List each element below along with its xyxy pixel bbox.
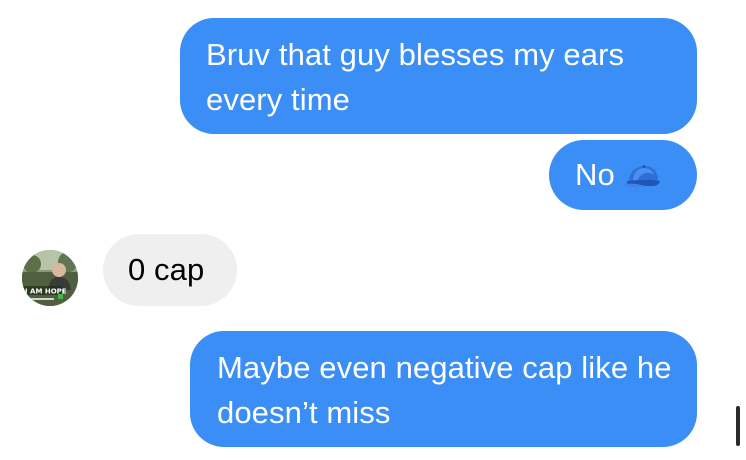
sent-message-bubble[interactable]: No	[549, 140, 697, 210]
message-text: No	[575, 157, 615, 192]
chat-thread: Bruv that guy blesses my ears every time…	[0, 0, 746, 460]
message-text: 0 cap	[128, 252, 205, 287]
sent-message-bubble[interactable]: Maybe even negative cap like he doesn’t …	[190, 331, 697, 447]
message-text: Maybe even negative cap like he doesn’t …	[217, 350, 672, 430]
blue-cap-icon	[623, 159, 663, 189]
message-text: Bruv that guy blesses my ears every time	[206, 37, 625, 117]
sent-message-bubble[interactable]: Bruv that guy blesses my ears every time	[180, 18, 697, 134]
scrollbar[interactable]	[736, 406, 740, 446]
contact-avatar[interactable]: I AM HOPE	[22, 250, 78, 306]
received-message-bubble[interactable]: 0 cap	[103, 234, 237, 306]
